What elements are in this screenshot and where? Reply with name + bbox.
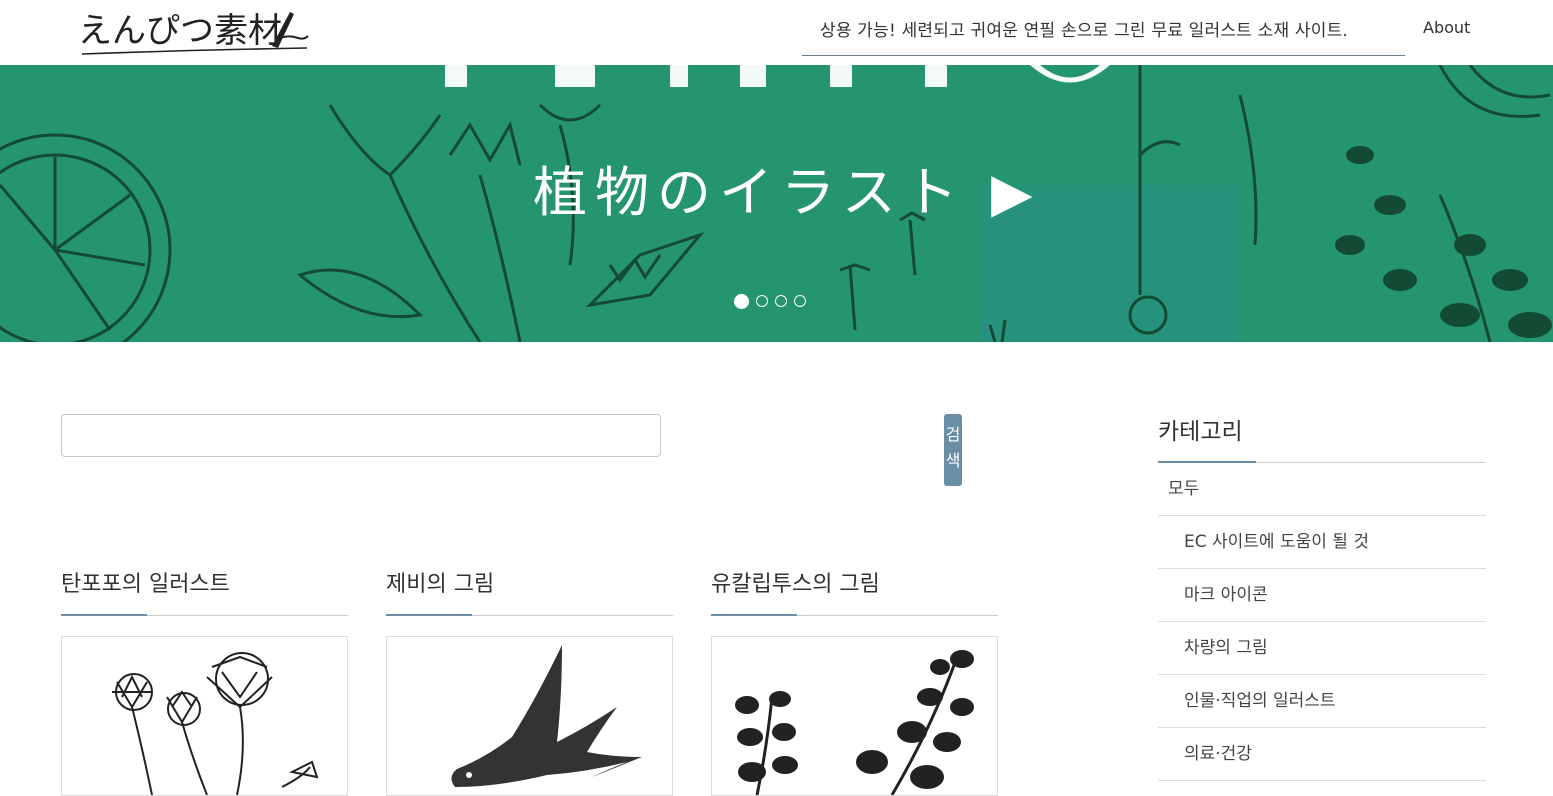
post-card-title[interactable]: 탄포포의 일러스트	[61, 568, 348, 616]
hero-title[interactable]: 植物のイラスト ▶	[533, 148, 1041, 227]
logo-text: えんぴつ素材	[78, 11, 282, 51]
category-item-medical[interactable]: 의료·건강	[1158, 728, 1486, 781]
tagline-bar: 상용 가능! 세련되고 귀여운 연필 손으로 그린 무료 일러스트 소재 사이트…	[802, 0, 1405, 56]
slider-dot-3[interactable]	[775, 295, 787, 307]
search-button[interactable]: 검색	[944, 414, 962, 486]
category-item-all[interactable]: 모두	[1158, 463, 1486, 516]
post-card[interactable]: 탄포포의 일러스트	[61, 568, 348, 796]
site-logo[interactable]: えんぴつ素材	[72, 4, 322, 62]
category-title: 카테고리	[1158, 414, 1486, 463]
category-item-vehicle[interactable]: 차량의 그림	[1158, 622, 1486, 675]
slider-dots	[734, 294, 806, 309]
site-header: えんぴつ素材 상용 가능! 세련되고 귀여운 연필 손으로 그린 무료 일러스트…	[0, 0, 1553, 65]
hero-slider[interactable]: 植物のイラスト ▶	[0, 65, 1553, 342]
post-card-title[interactable]: 제비의 그림	[386, 568, 673, 616]
dandelion-illustration[interactable]	[61, 636, 348, 796]
category-item-mark-icon[interactable]: 마크 아이콘	[1158, 569, 1486, 622]
post-card-title[interactable]: 유칼립투스의 그림	[711, 568, 998, 616]
search-input[interactable]	[61, 414, 661, 457]
post-card[interactable]: 유칼립투스의 그림	[711, 568, 998, 796]
slider-dot-2[interactable]	[756, 295, 768, 307]
eucalyptus-illustration[interactable]	[711, 636, 998, 796]
category-item-people[interactable]: 인물·직업의 일러스트	[1158, 675, 1486, 728]
about-link[interactable]: About	[1423, 18, 1470, 37]
post-card[interactable]: 제비의 그림	[386, 568, 673, 796]
category-item-ec[interactable]: EC 사이트에 도움이 될 것	[1158, 516, 1486, 569]
slider-dot-4[interactable]	[794, 295, 806, 307]
category-sidebar: 카테고리 모두 EC 사이트에 도움이 될 것 마크 아이콘 차량의 그림 인물…	[1158, 414, 1486, 781]
site-tagline: 상용 가능! 세련되고 귀여운 연필 손으로 그린 무료 일러스트 소재 사이트…	[820, 21, 1349, 41]
slider-dot-1[interactable]	[734, 294, 749, 309]
swallow-illustration[interactable]	[386, 636, 673, 796]
